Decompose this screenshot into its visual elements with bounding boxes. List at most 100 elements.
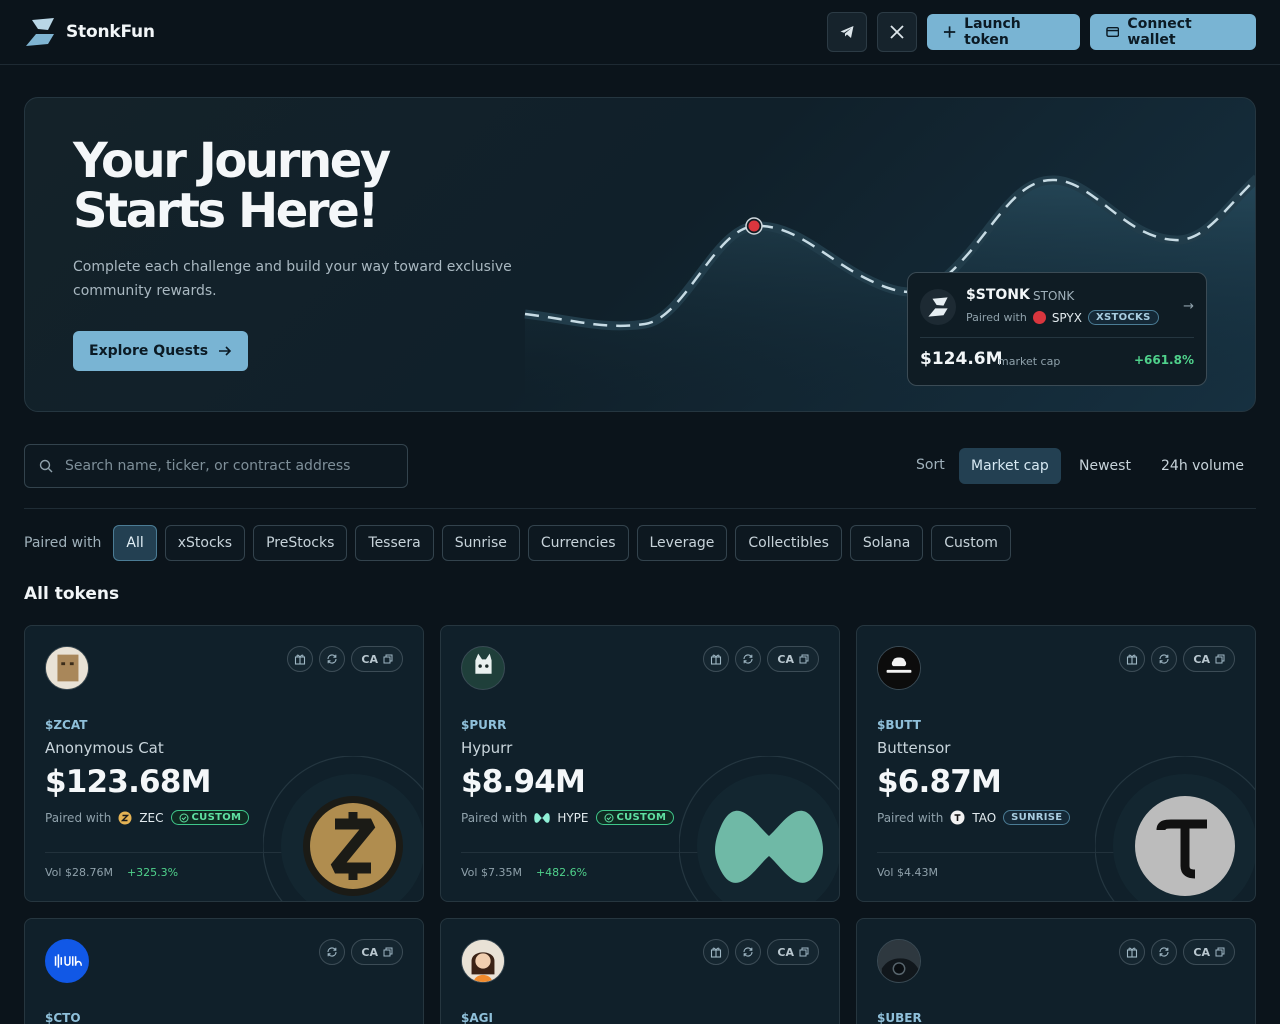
ca-label: CA (361, 945, 378, 959)
telegram-button[interactable] (827, 12, 867, 52)
token-volume: Vol $28.76M (45, 866, 113, 879)
gift-button[interactable] (703, 939, 730, 965)
featured-tag: XSTOCKS (1087, 310, 1159, 325)
token-market-cap: $123.68M (45, 764, 211, 800)
featured-ticker: $STONK (966, 287, 1030, 303)
x-button[interactable] (877, 12, 917, 52)
copy-icon (383, 654, 393, 664)
hero-title: Your Journey Starts Here! (73, 133, 391, 239)
gift-icon (711, 654, 722, 665)
refresh-button[interactable] (735, 939, 762, 965)
search-input[interactable] (65, 458, 385, 474)
pair-symbol: HYPE (557, 810, 589, 825)
filter-sunrise[interactable]: Sunrise (441, 525, 520, 561)
refresh-button[interactable] (735, 646, 762, 672)
explore-quests-label: Explore Quests (89, 343, 209, 359)
plus-icon (943, 26, 956, 38)
card-actions: CA (1119, 939, 1235, 965)
featured-paired-label: Paired with (966, 311, 1027, 324)
filter-collectibles[interactable]: Collectibles (735, 525, 842, 561)
gift-button[interactable] (287, 646, 314, 672)
filter-solana[interactable]: Solana (849, 525, 924, 561)
hype-icon (534, 812, 551, 823)
sort-newest[interactable]: Newest (1067, 448, 1143, 484)
filter-leverage[interactable]: Leverage (636, 525, 728, 561)
hypurr-avatar-icon (462, 647, 504, 689)
tag-label: CUSTOM (616, 812, 667, 823)
hero-subtitle: Complete each challenge and build your w… (73, 259, 512, 299)
featured-name: STONK (1033, 289, 1075, 303)
refresh-button[interactable] (1151, 646, 1178, 672)
zec-icon (118, 811, 132, 824)
token-card[interactable]: CA $UBER (856, 918, 1256, 1024)
refresh-button[interactable] (1151, 939, 1178, 965)
refresh-icon (327, 654, 337, 664)
gift-button[interactable] (1119, 646, 1146, 672)
gift-button[interactable] (703, 646, 730, 672)
featured-token-card[interactable]: $STONK STONK Paired with SPYX XSTOCKS → … (907, 272, 1207, 386)
copy-ca-button[interactable]: CA (351, 939, 403, 965)
token-name: Hypurr (461, 739, 513, 757)
copy-ca-button[interactable]: CA (1183, 646, 1235, 672)
gift-icon (1127, 947, 1138, 958)
card-actions: CA (287, 646, 403, 672)
filter-prestocks[interactable]: PreStocks (253, 525, 348, 561)
arrow-right-icon: → (1183, 299, 1194, 314)
agi-avatar-icon (462, 940, 504, 982)
sort-market-cap[interactable]: Market cap (959, 448, 1061, 484)
token-volume-row: Vol $4.43M (877, 866, 938, 879)
tag-label: CUSTOM (191, 812, 242, 823)
token-card[interactable]: CA $ZCAT Anonymous Cat $123.68M Paired w… (24, 625, 424, 902)
gift-button[interactable] (1119, 939, 1146, 965)
launch-token-button[interactable]: Launch token (927, 14, 1080, 50)
copy-ca-button[interactable]: CA (351, 646, 403, 672)
token-market-cap: $8.94M (461, 764, 586, 800)
token-card[interactable]: CA $CTO (24, 918, 424, 1024)
launch-token-label: Launch token (964, 16, 1021, 48)
arrow-right-icon (219, 346, 232, 356)
token-ticker: $ZCAT (45, 718, 88, 732)
copy-ca-button[interactable]: CA (767, 939, 819, 965)
brand[interactable]: StonkFun (24, 16, 155, 48)
token-ticker: $UBER (877, 1011, 922, 1024)
filter-xstocks[interactable]: xStocks (164, 525, 246, 561)
token-volume-row: Vol $28.76M +325.3% (45, 866, 178, 879)
filter-currencies[interactable]: Currencies (527, 525, 629, 561)
token-avatar (877, 939, 921, 983)
filter-tessera[interactable]: Tessera (355, 525, 434, 561)
refresh-button[interactable] (319, 939, 346, 965)
copy-icon (383, 947, 393, 957)
check-circle-icon (604, 813, 613, 822)
card-divider (877, 852, 1127, 853)
token-volume: Vol $7.35M (461, 866, 522, 879)
featured-market-cap-label: market cap (998, 355, 1061, 368)
token-card[interactable]: CA $PURR Hypurr $8.94M Paired with HYPE … (440, 625, 840, 902)
token-avatar (877, 646, 921, 690)
copy-ca-button[interactable]: CA (1183, 939, 1235, 965)
token-card[interactable]: CA $BUTT Buttensor $6.87M Paired with TA… (856, 625, 1256, 902)
ca-label: CA (361, 652, 378, 666)
card-actions: CA (703, 939, 819, 965)
sunrise-tag: SUNRISE (1003, 810, 1071, 825)
refresh-button[interactable] (319, 646, 346, 672)
explore-quests-button[interactable]: Explore Quests (73, 331, 249, 371)
token-volume: Vol $4.43M (877, 866, 938, 879)
connect-wallet-button[interactable]: Connect wallet (1090, 14, 1256, 50)
cat-avatar-icon (46, 647, 88, 689)
telegram-icon (840, 26, 854, 38)
card-actions: CA (319, 939, 403, 965)
filter-custom[interactable]: Custom (931, 525, 1011, 561)
pair-filters: Paired with All xStocks PreStocks Tesser… (24, 525, 1011, 561)
ca-label: CA (1193, 945, 1210, 959)
filter-all[interactable]: All (113, 525, 157, 561)
custom-tag: CUSTOM (595, 810, 675, 825)
token-card[interactable]: CA $AGI (440, 918, 840, 1024)
ca-label: CA (1193, 652, 1210, 666)
search-box[interactable] (24, 444, 408, 488)
brand-name: StonkFun (66, 22, 155, 42)
copy-ca-button[interactable]: CA (767, 646, 819, 672)
hype-coin-graphic (679, 756, 839, 901)
sort-24h-volume[interactable]: 24h volume (1149, 448, 1256, 484)
buttensor-avatar-icon (878, 647, 920, 689)
brand-logo-icon (26, 18, 54, 46)
